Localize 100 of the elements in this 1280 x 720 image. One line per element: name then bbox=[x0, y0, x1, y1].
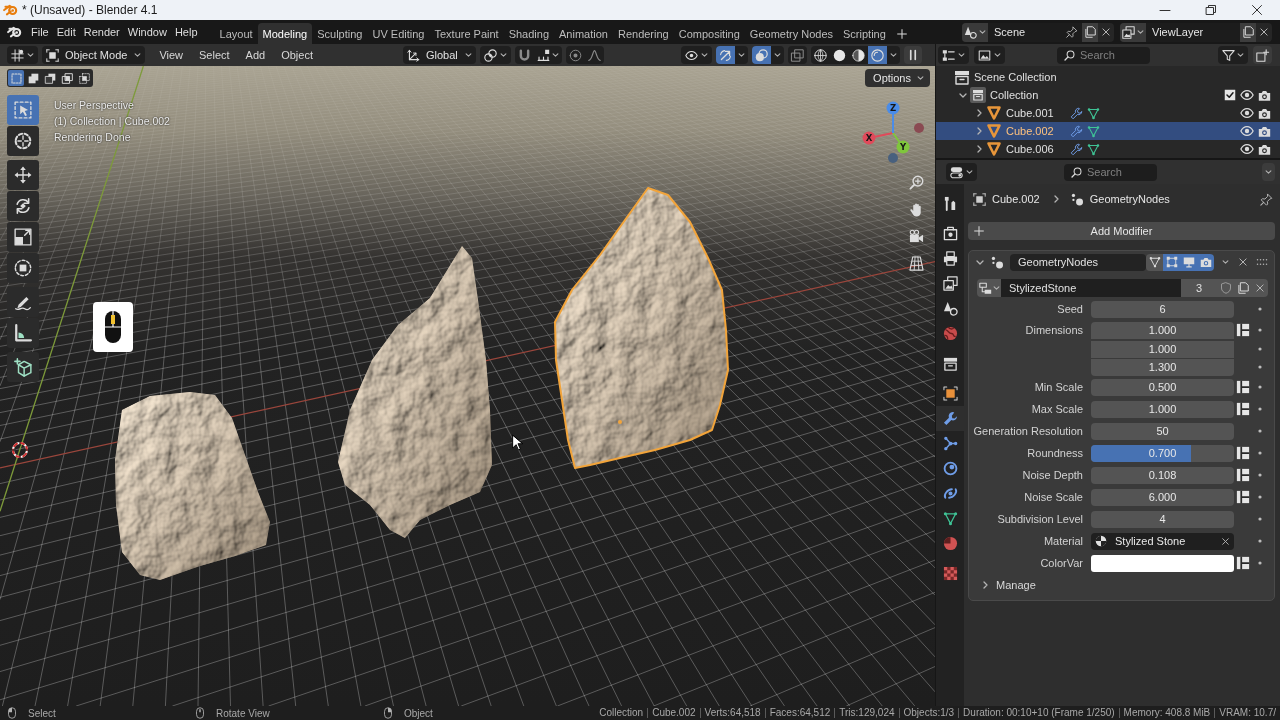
menu-item[interactable]: Render bbox=[79, 22, 124, 42]
slider-track[interactable]: 0.700 bbox=[1091, 444, 1234, 462]
modifier-toggle-button[interactable] bbox=[1163, 253, 1180, 271]
vector-component-field[interactable]: 1.300 bbox=[1091, 358, 1234, 376]
add-modifier-button[interactable]: Add Modifier bbox=[968, 222, 1275, 240]
options-dropdown[interactable]: Options bbox=[865, 69, 930, 87]
workspace-tab[interactable]: Animation bbox=[554, 23, 613, 44]
rock[interactable] bbox=[338, 246, 492, 538]
outliner-row[interactable]: Cube.001 bbox=[936, 104, 1280, 122]
user-count-field[interactable]: 3 bbox=[1181, 279, 1217, 297]
manage-subpanel-header[interactable]: Manage bbox=[971, 574, 1036, 596]
workspace-tab[interactable]: Sculpting bbox=[312, 23, 368, 44]
workspace-tab[interactable]: Scripting bbox=[838, 23, 891, 44]
new-view-layer-button[interactable] bbox=[1240, 22, 1256, 42]
eye-icon[interactable] bbox=[1240, 106, 1254, 120]
selection-mode-button[interactable] bbox=[76, 70, 92, 86]
split-square-icon[interactable] bbox=[1235, 490, 1250, 504]
menu-item[interactable]: Help bbox=[170, 22, 202, 42]
number-field[interactable]: 0.108 bbox=[1091, 466, 1234, 484]
outliner-row[interactable]: Cube.006 bbox=[936, 140, 1280, 158]
modifier-name-field[interactable]: GeometryNodes bbox=[1010, 253, 1146, 271]
wrench-icon[interactable] bbox=[1070, 106, 1083, 120]
menu-item[interactable]: Add bbox=[239, 46, 272, 64]
selectability-dropdown[interactable] bbox=[681, 46, 712, 64]
pin-icon[interactable] bbox=[1260, 192, 1273, 206]
node-group-name-field[interactable]: StylizedStone bbox=[1001, 279, 1181, 297]
search-field[interactable]: Search bbox=[1057, 46, 1150, 64]
tool-button[interactable] bbox=[7, 191, 39, 221]
number-field[interactable]: 6.000 bbox=[1091, 488, 1234, 506]
mode-dropdown[interactable]: Object Mode bbox=[42, 46, 146, 64]
outliner-row[interactable]: Scene Collection bbox=[936, 68, 1280, 86]
editor-type-button[interactable] bbox=[938, 46, 969, 64]
camera-icon[interactable] bbox=[1258, 88, 1271, 102]
triangle-mesh-icon[interactable] bbox=[1087, 124, 1100, 138]
scene-browse-button[interactable] bbox=[962, 22, 988, 42]
orientation-dropdown[interactable]: Global bbox=[403, 46, 476, 64]
number-field[interactable]: 1.000 bbox=[1091, 400, 1234, 418]
menu-item[interactable]: Window bbox=[123, 22, 171, 42]
workspace-tab[interactable]: UV Editing bbox=[367, 23, 430, 44]
checkbox-icon[interactable] bbox=[1224, 89, 1236, 101]
tool-button[interactable] bbox=[7, 352, 39, 382]
material-field[interactable]: Stylized Stone bbox=[1091, 532, 1234, 550]
workspace-tab[interactable]: Texture Paint bbox=[429, 23, 504, 44]
split-square-icon[interactable] bbox=[1235, 446, 1250, 460]
pause-render-button[interactable] bbox=[904, 46, 922, 64]
axis-handle[interactable]: Z bbox=[886, 101, 900, 134]
gizmos-toggle-button[interactable] bbox=[716, 46, 735, 64]
node-group-browse-button[interactable] bbox=[977, 279, 1001, 297]
split-square-icon[interactable] bbox=[1235, 323, 1250, 337]
negative-z-axis-handle[interactable] bbox=[888, 153, 898, 163]
outliner-row[interactable]: Cube.002 bbox=[936, 122, 1280, 140]
tool-button[interactable] bbox=[7, 318, 39, 348]
editor-type-button[interactable] bbox=[7, 46, 38, 64]
workspace-tab[interactable]: Modeling bbox=[257, 23, 313, 44]
pin-icon[interactable] bbox=[1066, 26, 1078, 38]
pivot-point-dropdown[interactable] bbox=[479, 46, 511, 64]
new-scene-button[interactable] bbox=[1082, 22, 1098, 42]
camera-icon[interactable] bbox=[1258, 142, 1271, 156]
eye-icon[interactable] bbox=[1240, 88, 1254, 102]
negative-x-axis-handle[interactable] bbox=[914, 123, 924, 133]
menu-item[interactable]: File bbox=[27, 22, 53, 42]
workspace-tab[interactable]: Rendering bbox=[612, 23, 674, 44]
modifier-toggle-button[interactable] bbox=[1197, 253, 1214, 271]
tool-button[interactable] bbox=[7, 222, 39, 252]
close-icon[interactable] bbox=[1221, 536, 1230, 546]
new-collection-button[interactable] bbox=[1253, 46, 1272, 64]
wrench-icon[interactable] bbox=[1070, 142, 1083, 156]
color-swatch[interactable] bbox=[1091, 554, 1234, 572]
number-field[interactable]: 4 bbox=[1091, 510, 1234, 528]
menu-item[interactable]: View bbox=[153, 46, 190, 64]
workspace-tab[interactable]: Compositing bbox=[673, 23, 745, 44]
tool-button[interactable] bbox=[7, 160, 39, 190]
axis-handle[interactable]: X bbox=[862, 131, 894, 145]
filter-dropdown[interactable] bbox=[1218, 46, 1248, 64]
shading-mode-button[interactable] bbox=[811, 46, 830, 64]
tool-button[interactable] bbox=[7, 287, 39, 317]
options-dropdown[interactable] bbox=[1262, 163, 1275, 181]
number-field[interactable]: 0.500 bbox=[1091, 378, 1234, 396]
shading-mode-button[interactable] bbox=[849, 46, 868, 64]
triangle-mesh-icon[interactable] bbox=[1087, 106, 1100, 120]
camera-icon[interactable] bbox=[1258, 106, 1271, 120]
display-mode-dropdown[interactable] bbox=[974, 46, 1005, 64]
view-layer-name-field[interactable]: ViewLayer bbox=[1146, 22, 1240, 42]
split-square-icon[interactable] bbox=[1235, 402, 1250, 416]
number-field[interactable]: 50 bbox=[1091, 422, 1234, 440]
modifier-toggle-button[interactable] bbox=[1180, 253, 1197, 271]
menu-item[interactable]: Object bbox=[275, 46, 319, 64]
split-square-icon[interactable] bbox=[1235, 468, 1250, 482]
workspace-tab[interactable]: Shading bbox=[503, 23, 555, 44]
camera-icon[interactable] bbox=[1258, 124, 1271, 138]
rock[interactable] bbox=[554, 187, 729, 469]
vector-component-field[interactable]: 1.000 bbox=[1091, 321, 1234, 339]
search-field[interactable]: Search bbox=[1064, 163, 1157, 181]
axis-handle[interactable]: Y bbox=[892, 132, 910, 154]
unlink-button[interactable] bbox=[1251, 279, 1268, 297]
workspace-tab[interactable]: Layout bbox=[214, 23, 258, 44]
modifier-toggle-button[interactable] bbox=[1146, 253, 1163, 271]
eye-icon[interactable] bbox=[1240, 142, 1254, 156]
split-square-icon[interactable] bbox=[1235, 380, 1250, 394]
vector-component-field[interactable]: 1.000 bbox=[1091, 340, 1234, 358]
